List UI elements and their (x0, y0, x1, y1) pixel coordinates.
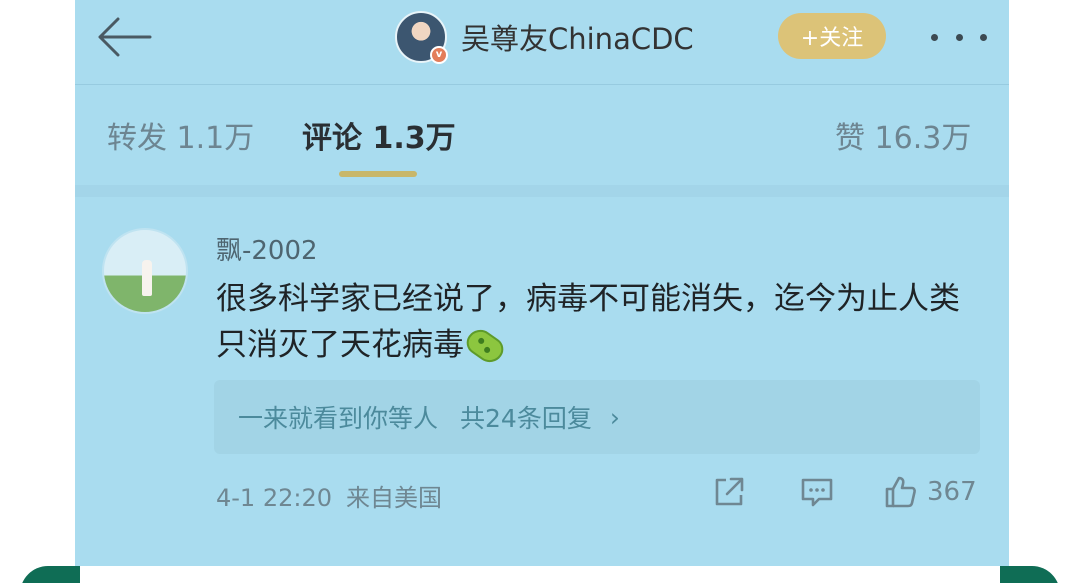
replies-preview-box[interactable]: 一来就看到你等人 共24条回复 › (214, 380, 980, 454)
active-tab-indicator (339, 171, 417, 177)
back-button[interactable] (95, 14, 153, 60)
thumbs-up-icon (885, 476, 916, 508)
verified-badge-icon: v (430, 46, 448, 64)
follow-button[interactable]: +关注 (778, 13, 886, 59)
weibo-comment-screen: v 吴尊友ChinaCDC +关注 转发 1.1万 评论 1.3万 赞 16.3… (75, 0, 1009, 583)
comment-time: 4-1 22:20 (216, 484, 332, 512)
chevron-right-icon: › (609, 402, 620, 432)
comment-source: 来自美国 (346, 484, 442, 512)
author-avatar[interactable]: v (395, 11, 448, 64)
tab-divider (75, 185, 1009, 197)
author-name[interactable]: 吴尊友ChinaCDC (461, 16, 694, 58)
like-count: 367 (927, 477, 977, 507)
tab-comment[interactable]: 评论 1.3万 (302, 113, 456, 157)
commenter-username[interactable]: 飘-2002 (216, 230, 318, 267)
commenter-avatar[interactable] (102, 228, 188, 314)
microbe-emoji-icon (461, 324, 509, 368)
bottom-input-area[interactable] (80, 566, 1000, 583)
more-options-button[interactable] (931, 22, 987, 52)
comment-text: 很多科学家已经说了，病毒不可能消失，迄今为止人类只消灭了天花病毒 (216, 276, 976, 368)
comment-meta: 4-1 22:20 来自美国 (216, 478, 442, 513)
more-dots-icon (955, 33, 963, 41)
replies-count-link[interactable]: 共24条回复 (460, 399, 592, 435)
back-arrow-icon (98, 17, 152, 57)
share-icon (715, 477, 744, 506)
reply-button[interactable] (799, 474, 835, 510)
comment-bubble-icon (801, 478, 833, 507)
share-button[interactable] (712, 474, 746, 510)
tab-repost[interactable]: 转发 1.1万 (107, 113, 254, 157)
author-info[interactable]: v 吴尊友ChinaCDC (395, 10, 694, 64)
avatar-figure (142, 260, 152, 296)
replies-preview-text: 一来就看到你等人 (238, 404, 439, 433)
comment-body: 很多科学家已经说了，病毒不可能消失，迄今为止人类只消灭了天花病毒 (216, 281, 960, 363)
like-button[interactable]: 367 (883, 474, 977, 510)
more-dots-icon (980, 33, 987, 41)
tab-like[interactable]: 赞 16.3万 (835, 113, 971, 157)
tab-bar: 转发 1.1万 评论 1.3万 赞 16.3万 (75, 85, 1009, 185)
top-bar: v 吴尊友ChinaCDC +关注 (75, 0, 1009, 84)
more-dots-icon (931, 33, 938, 41)
